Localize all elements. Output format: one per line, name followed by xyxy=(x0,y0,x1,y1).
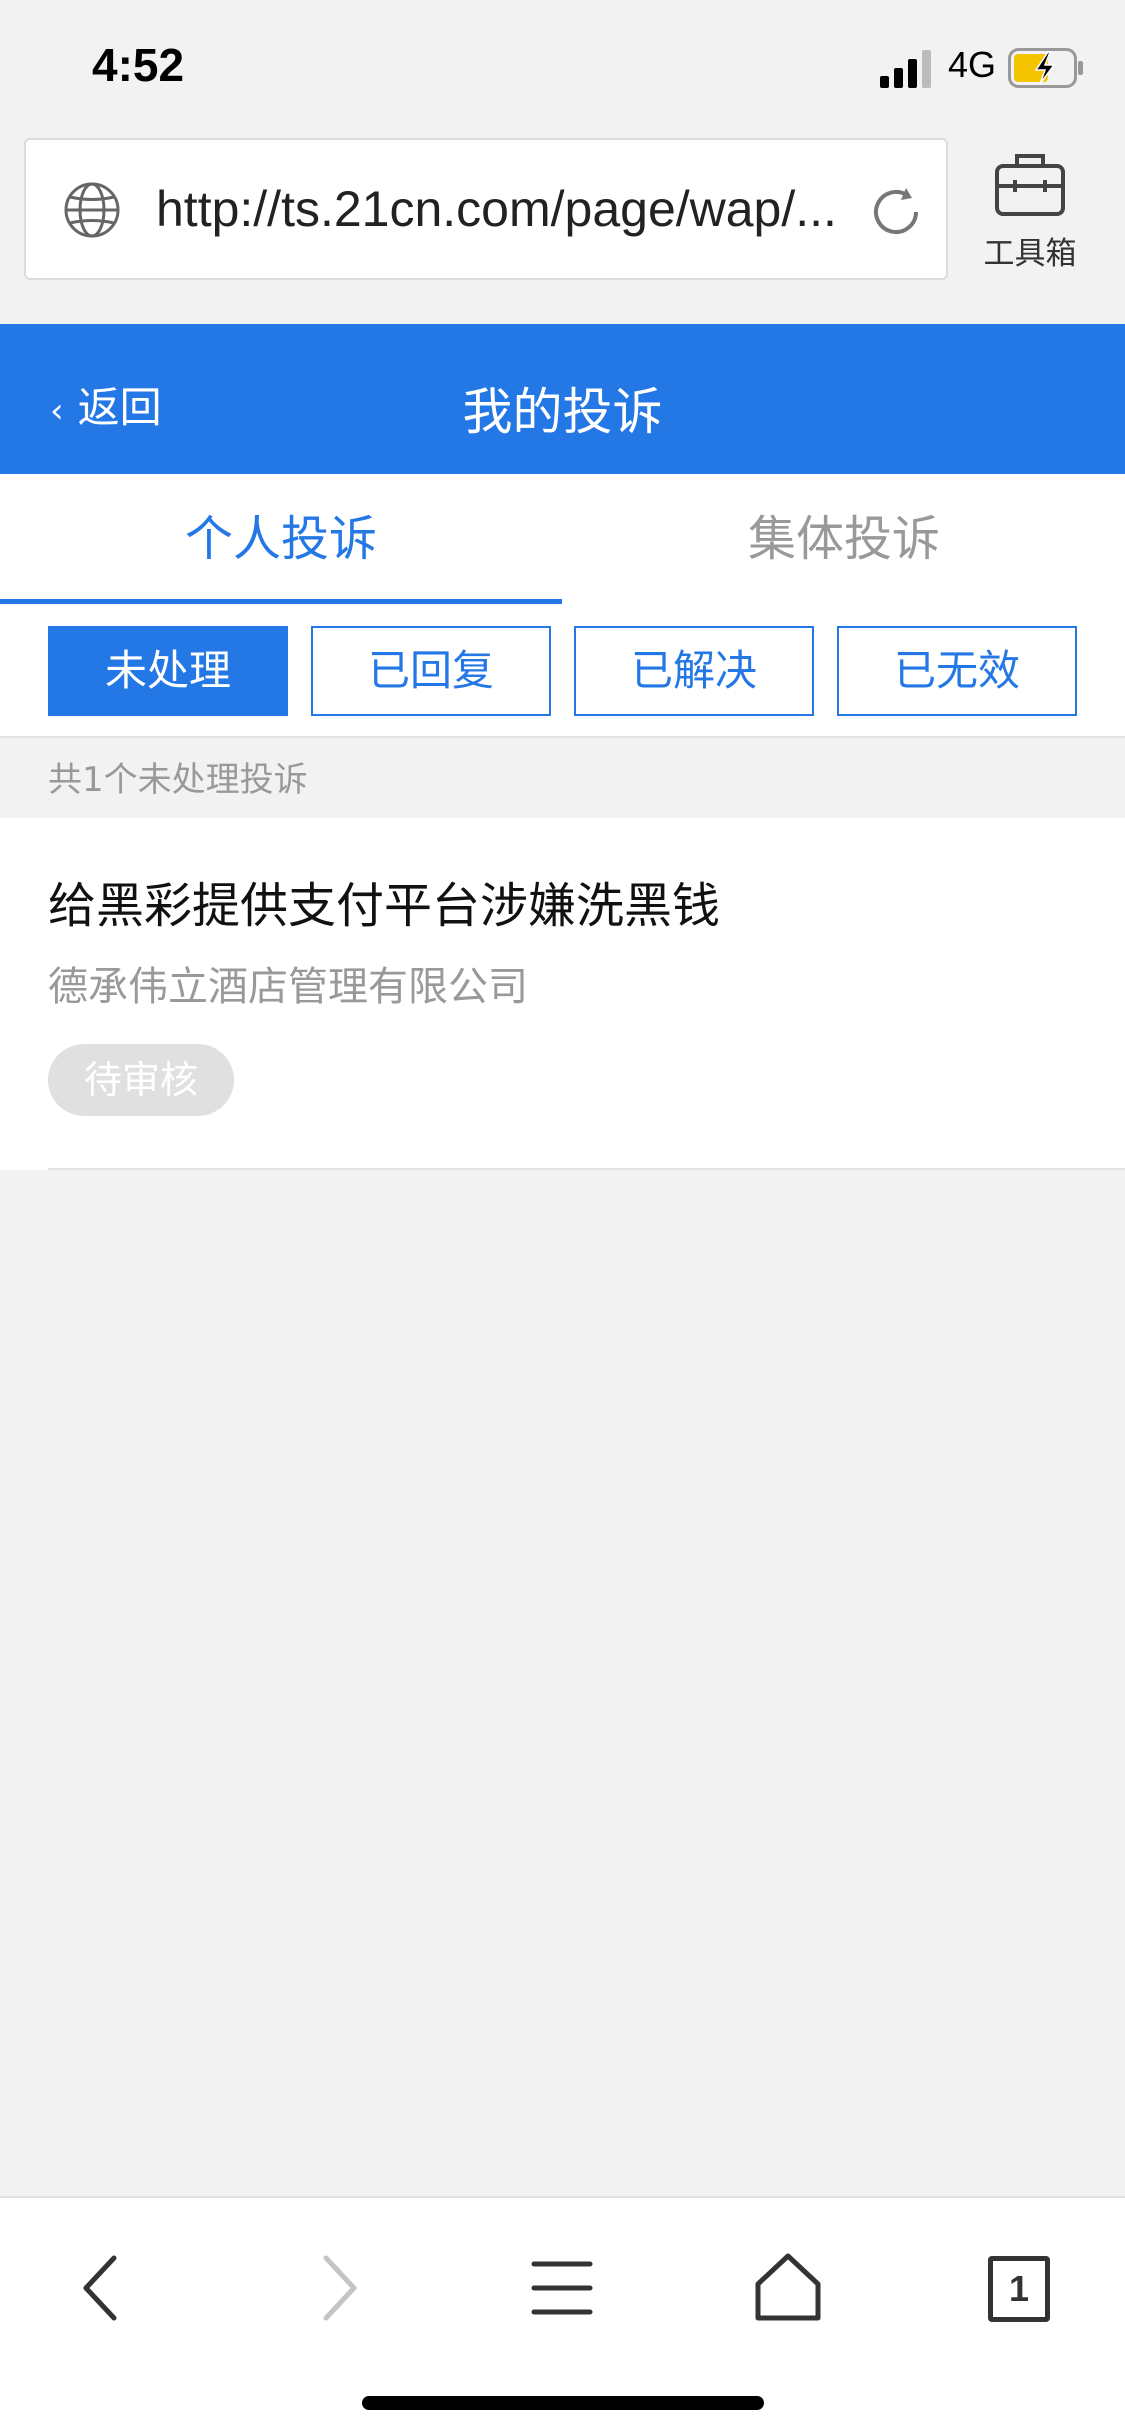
status-badge: 待审核 xyxy=(48,1044,234,1116)
home-indicator[interactable] xyxy=(362,2396,764,2410)
tabs-icon: 1 xyxy=(988,2256,1050,2322)
address-bar[interactable]: http://ts.21cn.com/page/wap/... xyxy=(24,138,948,280)
toolbox-button[interactable]: 工具箱 xyxy=(965,148,1095,278)
page-title: 我的投诉 xyxy=(462,383,663,441)
tab-group-complaints[interactable]: 集体投诉 xyxy=(563,474,1125,604)
battery-charging-icon xyxy=(1008,48,1083,88)
complaint-card[interactable]: 给黑彩提供支付平台涉嫌洗黑钱 德承伟立酒店管理有限公司 待审核 xyxy=(0,818,1125,1170)
tab-personal-complaints[interactable]: 个人投诉 xyxy=(0,474,562,604)
home-icon[interactable] xyxy=(748,2248,828,2328)
filter-invalid-button[interactable]: 已无效 xyxy=(837,626,1077,716)
filter-unprocessed-button[interactable]: 未处理 xyxy=(48,626,288,716)
toolbox-label: 工具箱 xyxy=(983,236,1077,272)
globe-icon xyxy=(64,182,120,238)
complaint-title: 给黑彩提供支付平台涉嫌洗黑钱 xyxy=(48,878,721,934)
signal-icon xyxy=(880,50,931,88)
complaint-count: 共1个未处理投诉 xyxy=(48,760,308,800)
divider xyxy=(48,1168,1125,1170)
url-text[interactable]: http://ts.21cn.com/page/wap/... xyxy=(156,180,837,238)
complaint-tabs: 个人投诉 集体投诉 xyxy=(0,474,1125,604)
filter-resolved-button[interactable]: 已解决 xyxy=(574,626,814,716)
network-type: 4G xyxy=(948,44,997,85)
complaint-company: 德承伟立酒店管理有限公司 xyxy=(48,964,528,1010)
status-bar: 4:52 4G xyxy=(0,0,1125,135)
filter-replied-button[interactable]: 已回复 xyxy=(311,626,551,716)
tabs-button[interactable]: 1 xyxy=(978,2248,1058,2328)
back-arrow-icon[interactable] xyxy=(64,2248,144,2328)
status-filter-bar: 未处理 已回复 已解决 已无效 xyxy=(0,604,1125,738)
forward-arrow-icon[interactable] xyxy=(296,2248,376,2328)
status-time: 4:52 xyxy=(92,39,185,91)
reload-icon[interactable] xyxy=(866,182,926,242)
page-header: ‹ 返回 我的投诉 xyxy=(0,324,1125,474)
menu-icon[interactable] xyxy=(522,2248,602,2328)
toolbox-icon xyxy=(995,154,1065,216)
